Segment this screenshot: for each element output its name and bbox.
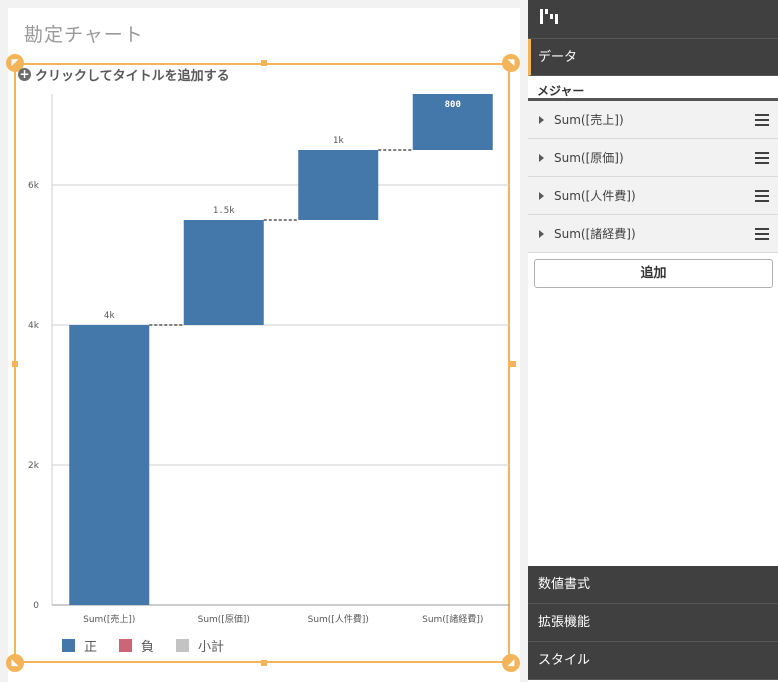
y-tick-label: 2k bbox=[28, 461, 40, 471]
x-tick-label: Sum([売上]) bbox=[83, 613, 135, 625]
data-label: 1k bbox=[333, 136, 344, 146]
section-number-format[interactable]: 数値書式 bbox=[528, 566, 778, 604]
y-tick-label: 6k bbox=[28, 181, 40, 191]
measures-heading: メジャー bbox=[528, 82, 778, 101]
measure-item-cost[interactable]: Sum([原価]) bbox=[528, 139, 778, 177]
caret-right-icon[interactable] bbox=[539, 191, 544, 200]
legend-swatch-subtotal bbox=[176, 639, 190, 652]
properties-panel: データ メジャー Sum([売上]) Sum([原価]) Sum([人件費]) … bbox=[528, 0, 778, 682]
chart-legend: 正 負 小計 bbox=[62, 636, 246, 655]
caret-right-icon[interactable] bbox=[539, 153, 544, 162]
waterfall-chart-icon bbox=[540, 9, 558, 24]
waterfall-bar bbox=[298, 150, 379, 220]
waterfall-chart[interactable]: 0 2k 4k 6k 4k Sum([売上]) 1.5k Sum([原価]) 1k Sum([人件… bbox=[8, 8, 520, 682]
legend-label-positive: 正 bbox=[84, 640, 98, 655]
section-style[interactable]: スタイル bbox=[528, 642, 778, 680]
measure-item-expenses[interactable]: Sum([諸経費]) bbox=[528, 215, 778, 253]
legend-label-subtotal: 小計 bbox=[198, 640, 225, 655]
legend-swatch-positive bbox=[62, 639, 75, 652]
measure-item-sales[interactable]: Sum([売上]) bbox=[528, 101, 778, 139]
legend-swatch-negative bbox=[119, 639, 133, 652]
data-label: 1.5k bbox=[213, 206, 235, 216]
caret-right-icon[interactable] bbox=[539, 115, 544, 124]
data-label: 800 bbox=[445, 100, 461, 110]
y-tick-label: 0 bbox=[33, 601, 39, 611]
waterfall-bar bbox=[69, 325, 150, 605]
waterfall-bar bbox=[183, 220, 264, 325]
section-extensions[interactable]: 拡張機能 bbox=[528, 604, 778, 642]
measure-label: Sum([人件費]) bbox=[554, 189, 636, 203]
measure-item-labor[interactable]: Sum([人件費]) bbox=[528, 177, 778, 215]
drag-handle-icon[interactable] bbox=[755, 228, 769, 243]
caret-right-icon[interactable] bbox=[539, 229, 544, 238]
legend-item-positive[interactable]: 正 bbox=[62, 636, 97, 655]
panel-bottom-sections: 数値書式 拡張機能 スタイル bbox=[528, 566, 778, 680]
drag-handle-icon[interactable] bbox=[755, 152, 769, 167]
panel-top-bar bbox=[528, 0, 778, 39]
measure-label: Sum([売上]) bbox=[554, 113, 624, 127]
x-tick-label: Sum([原価]) bbox=[198, 613, 250, 625]
legend-item-subtotal[interactable]: 小計 bbox=[176, 636, 224, 655]
sheet-canvas: 勘定チャート ◤ ◥ ◣ ◢ + クリックしてタイトルを追加する 0 2k 4k 6k… bbox=[6, 8, 520, 682]
measure-label: Sum([原価]) bbox=[554, 151, 624, 165]
drag-handle-icon[interactable] bbox=[755, 190, 769, 205]
x-tick-label: Sum([人件費]) bbox=[308, 613, 369, 625]
drag-handle-icon[interactable] bbox=[755, 114, 769, 129]
y-tick-label: 4k bbox=[28, 321, 40, 331]
legend-item-negative[interactable]: 負 bbox=[119, 636, 154, 655]
section-data[interactable]: データ bbox=[528, 39, 778, 76]
x-tick-label: Sum([諸経費]) bbox=[422, 613, 483, 625]
legend-label-negative: 負 bbox=[141, 640, 155, 655]
add-measure-button[interactable]: 追加 bbox=[534, 259, 773, 288]
measure-label: Sum([諸経費]) bbox=[554, 227, 636, 241]
data-label: 4k bbox=[104, 311, 115, 321]
